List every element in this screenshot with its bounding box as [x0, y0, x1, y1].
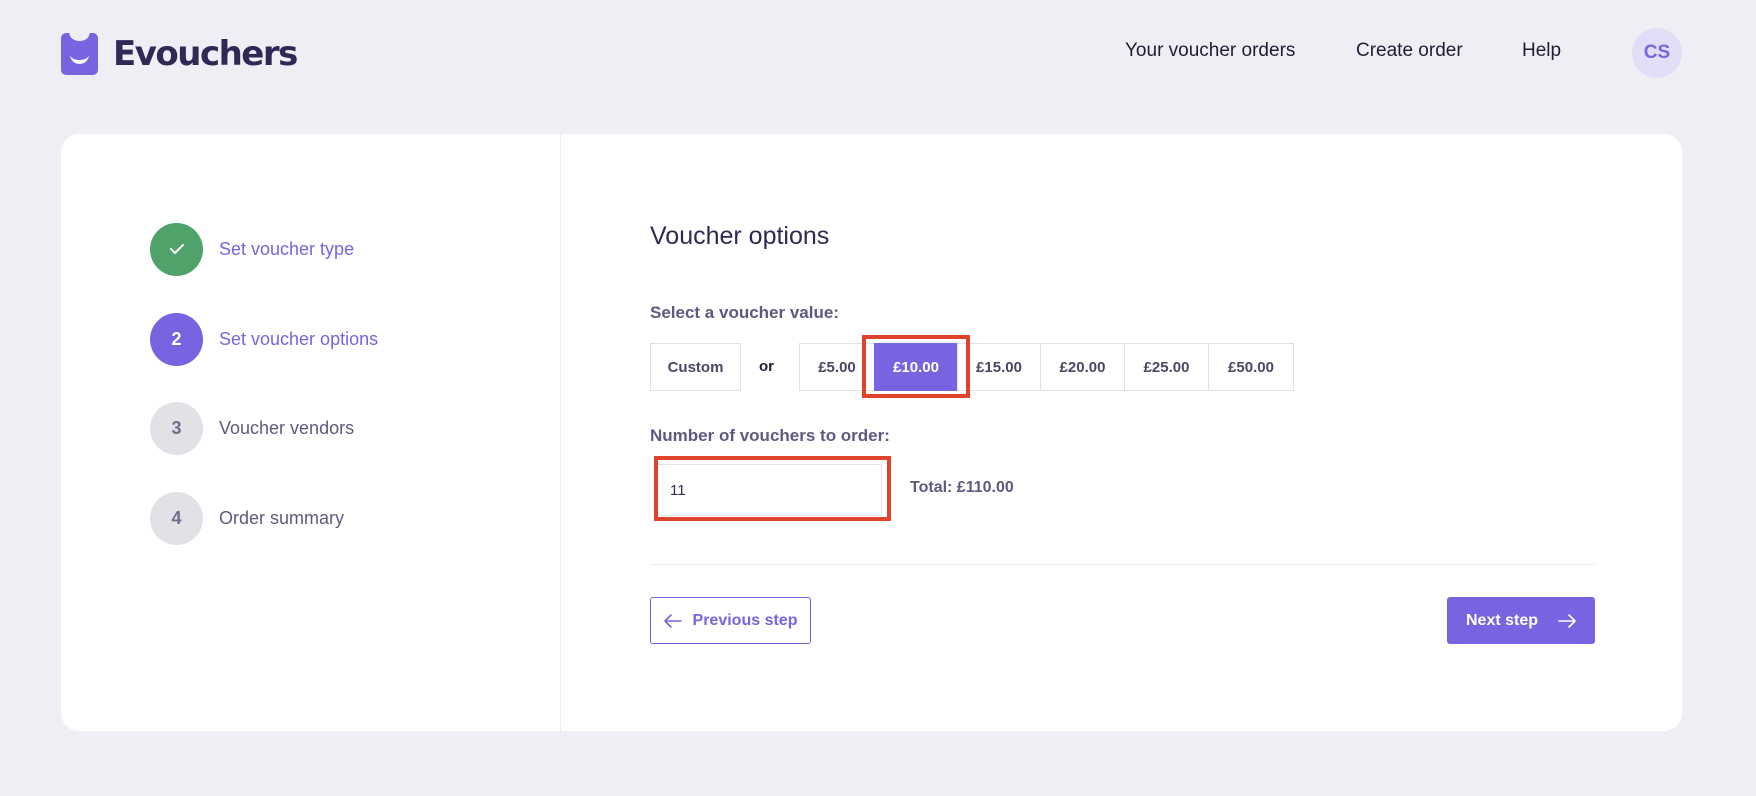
custom-value-button[interactable]: Custom	[650, 343, 741, 391]
arrow-left-icon	[663, 613, 682, 628]
step-number-badge: 4	[150, 491, 203, 545]
previous-step-label: Previous step	[692, 611, 798, 629]
nav-help[interactable]: Help	[1522, 40, 1561, 62]
page-title: Voucher options	[650, 222, 830, 250]
next-step-label: Next step	[1465, 611, 1539, 629]
nav-create-order[interactable]: Create order	[1356, 40, 1463, 62]
quantity-label: Number of vouchers to order:	[650, 426, 890, 445]
user-avatar[interactable]: CS	[1632, 28, 1682, 78]
top-header: Evouchers Your voucher orders Create ord…	[0, 0, 1756, 108]
voucher-value-label: Select a voucher value:	[650, 303, 839, 322]
previous-step-button[interactable]: Previous step	[650, 597, 811, 644]
brand-name: Evouchers	[113, 34, 298, 74]
order-total: Total: £110.00	[910, 479, 1014, 496]
value-option-50[interactable]: £50.00	[1208, 343, 1294, 391]
step-voucher-vendors[interactable]: 3 Voucher vendors	[150, 401, 354, 455]
step-order-summary[interactable]: 4 Order summary	[150, 491, 344, 545]
step-label: Set voucher type	[219, 238, 355, 259]
nav-your-voucher-orders[interactable]: Your voucher orders	[1125, 40, 1295, 62]
step-complete-badge	[150, 222, 203, 276]
step-set-voucher-options[interactable]: 2 Set voucher options	[150, 312, 378, 366]
order-card: Set voucher type 2 Set voucher options 3…	[61, 134, 1682, 731]
value-option-25[interactable]: £25.00	[1124, 343, 1209, 391]
vertical-divider	[560, 134, 561, 731]
next-step-button[interactable]: Next step	[1447, 597, 1595, 644]
step-set-voucher-type[interactable]: Set voucher type	[150, 222, 354, 276]
step-label: Set voucher options	[219, 328, 379, 349]
step-number-badge: 3	[150, 401, 203, 455]
quantity-highlight	[654, 456, 891, 521]
arrow-right-icon	[1558, 613, 1576, 628]
step-label: Order summary	[219, 507, 345, 528]
or-separator: or	[759, 358, 774, 375]
check-icon	[169, 244, 184, 254]
value-option-20[interactable]: £20.00	[1040, 343, 1125, 391]
logo-icon	[61, 33, 98, 75]
brand-logo[interactable]: Evouchers	[61, 32, 298, 76]
selected-value-highlight	[862, 335, 970, 398]
form-divider	[650, 564, 1595, 565]
step-number-badge: 2	[150, 312, 203, 366]
step-label: Voucher vendors	[219, 417, 355, 438]
